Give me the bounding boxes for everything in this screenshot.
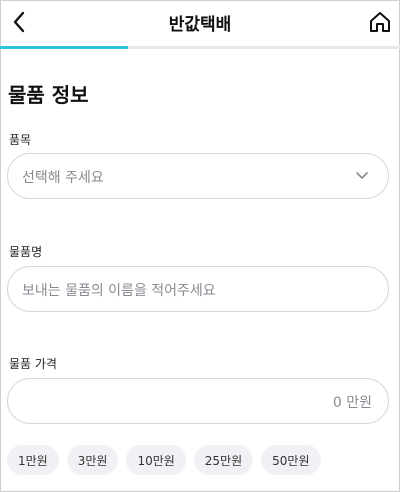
price-chip-10[interactable]: 10만원	[126, 445, 186, 475]
price-chip-1[interactable]: 1만원	[7, 445, 59, 475]
home-button[interactable]	[366, 8, 394, 36]
price-chip-25[interactable]: 25만원	[193, 445, 254, 475]
item-name-placeholder: 보내는 물품의 이름을 적어주세요	[22, 283, 216, 299]
item-price-label: 물품 가격	[9, 357, 57, 371]
item-type-label: 품목	[9, 133, 32, 147]
price-chip-50[interactable]: 50만원	[261, 445, 321, 475]
price-chip-3[interactable]: 3만원	[66, 445, 119, 475]
item-name-field[interactable]: 보내는 물품의 이름을 적어주세요	[7, 266, 389, 312]
item-type-placeholder: 선택해 주세요	[22, 170, 104, 186]
home-icon	[370, 12, 390, 32]
quick-price-chips: 1만원 3만원 10만원 25만원 50만원	[7, 445, 321, 475]
item-price-value: 0 만원	[332, 395, 372, 411]
item-name-label: 물품명	[9, 245, 43, 259]
page-title: 반값택배	[168, 15, 232, 35]
section-title: 물품 정보	[8, 83, 89, 107]
progress-fill	[0, 46, 128, 49]
chevron-down-icon	[356, 172, 368, 179]
item-type-select[interactable]: 선택해 주세요	[7, 153, 389, 199]
progress-bar	[0, 46, 400, 49]
header: 반값택배	[0, 0, 400, 46]
item-price-field[interactable]: 0 만원	[7, 378, 389, 424]
